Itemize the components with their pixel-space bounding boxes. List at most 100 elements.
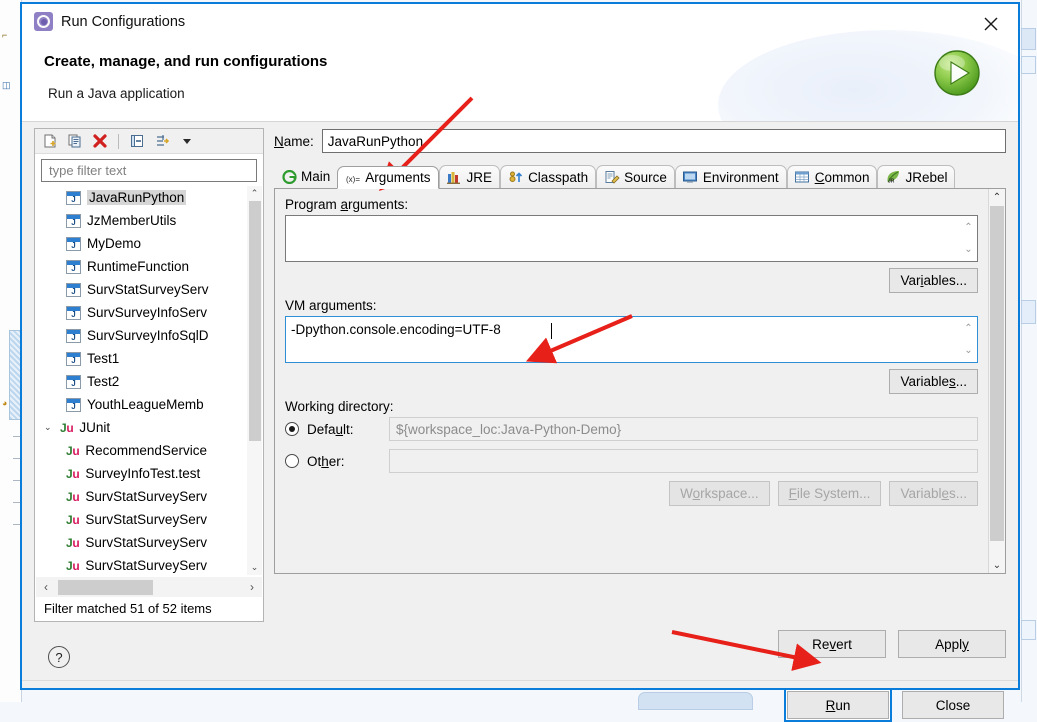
tree-item-survstatsurveyserv[interactable]: JSurvStatSurveyServ [36,278,262,301]
tree-item-javarunpython[interactable]: JJavaRunPython [36,186,262,209]
search-input[interactable] [47,162,251,179]
tab-label: Common [815,170,870,185]
program-arguments-input[interactable] [286,216,960,261]
scroll-down-icon[interactable]: ⌄ [247,560,262,575]
background-right-item [1021,620,1036,640]
tree-item-junit[interactable]: ⌄JuJUnit [36,416,262,439]
close-button[interactable]: Close [902,691,1004,719]
tree-item-mydemo[interactable]: JMyDemo [36,232,262,255]
program-arguments-variables-button[interactable]: Variables... [889,268,978,293]
tree-item-test2[interactable]: JTest2 [36,370,262,393]
content-vertical-scrollbar[interactable]: ⌃ ⌄ [988,189,1005,573]
arguments-tab-content: Program arguments: ⌃ ⌄ Variables... [274,189,1006,574]
configuration-tabs: Main(x)=ArgumentsJREClasspathSource Envir… [274,164,1006,189]
scrollbar-thumb[interactable] [990,206,1004,541]
background-right-column [1021,0,1037,702]
tab-main[interactable]: Main [274,165,337,188]
tree-item-runtimefunction[interactable]: JRuntimeFunction [36,255,262,278]
run-configurations-icon [34,12,53,31]
collapse-all-icon[interactable] [126,131,148,152]
vm-arguments-variables-button[interactable]: Variables... [889,369,978,394]
dialog-title: Run Configurations [61,14,185,30]
tree-item-survstatsurveyserv[interactable]: JuSurvStatSurveyServ [36,485,262,508]
filter-status-text: Filter matched 51 of 52 items [36,597,262,620]
tree-item-label: RecommendService [85,443,207,458]
tab-arguments[interactable]: (x)=Arguments [337,166,438,189]
filter-arrow-icon[interactable] [151,131,173,152]
help-button[interactable]: ? [48,646,70,668]
program-arguments-field[interactable]: ⌃ ⌄ [285,215,978,262]
tree-horizontal-scrollbar[interactable]: ‹ › [36,577,262,597]
vm-arguments-field[interactable]: -Dpython.console.encoding=UTF-8 ⌃ ⌄ [285,316,978,363]
configurations-tree: JJavaRunPythonJJzMemberUtilsJMyDemoJRunt… [36,186,262,575]
program-arguments-scroll[interactable]: ⌃ ⌄ [960,216,977,261]
tab-environment[interactable]: Environment [675,165,787,188]
background-tick [13,458,20,459]
chevron-down-icon[interactable] [176,131,198,152]
scroll-down-icon[interactable]: ⌄ [989,557,1005,573]
tree-item-survsurveyinfoserv[interactable]: JSurvSurveyInfoServ [36,301,262,324]
red-x-delete-icon[interactable] [89,131,111,152]
other-directory-input[interactable] [389,449,978,473]
run-button[interactable]: Run [787,691,889,719]
scroll-left-icon[interactable]: ‹ [36,580,56,594]
background-tick [13,480,20,481]
junit-icon: Ju [66,513,79,527]
tree-item-survstatsurveyserv[interactable]: JuSurvStatSurveyServ [36,554,262,575]
close-icon[interactable] [978,12,1004,36]
other-radio[interactable] [285,454,299,468]
scroll-up-icon[interactable]: ⌃ [964,222,972,233]
vm-arguments-input[interactable]: -Dpython.console.encoding=UTF-8 [286,317,960,362]
tree-item-youthleaguememb[interactable]: JYouthLeagueMemb [36,393,262,416]
tab-jrebel[interactable]: JR JRebel [877,165,955,188]
scrollbar-thumb[interactable] [58,580,153,595]
tab-jre[interactable]: JRE [439,165,501,188]
scroll-up-icon[interactable]: ⌃ [247,186,262,201]
junit-icon: Ju [66,559,79,573]
default-radio-label: Default: [307,422,381,437]
svg-text:JR: JR [888,179,895,185]
scrollbar-thumb[interactable] [249,201,261,441]
vm-arguments-scroll[interactable]: ⌃ ⌄ [960,317,977,362]
revert-button[interactable]: Revert [778,630,886,658]
tree-item-label: Test1 [87,351,119,366]
new-document-icon[interactable] [39,131,61,152]
workspace-button[interactable]: Workspace... [669,481,770,506]
junit-icon: Ju [66,467,79,481]
tree-item-surveyinfotest-test[interactable]: JuSurveyInfoTest.test [36,462,262,485]
tree-item-survsurveyinfosqld[interactable]: JSurvSurveyInfoSqlD [36,324,262,347]
scroll-down-icon[interactable]: ⌄ [964,345,972,356]
footer-separator [22,680,1018,681]
tab-label: Environment [703,170,779,185]
text-cursor [551,323,552,339]
chevron-down-icon[interactable]: ⌄ [44,422,58,433]
tree-item-label: SurvStatSurveyServ [87,282,209,297]
scroll-up-icon[interactable]: ⌃ [989,189,1005,205]
default-radio[interactable] [285,422,299,436]
tab-label: JRebel [905,170,947,185]
main-green-g-icon [281,169,297,184]
tree-vertical-scrollbar[interactable]: ⌃ ⌄ [247,186,262,575]
background-marker-3: ◕ [2,398,18,411]
tree-item-survstatsurveyserv[interactable]: JuSurvStatSurveyServ [36,508,262,531]
scroll-up-icon[interactable]: ⌃ [964,323,972,334]
apply-button[interactable]: Apply [898,630,1006,658]
background-tick [13,436,20,437]
tree-item-recommendservice[interactable]: JuRecommendService [36,439,262,462]
scroll-down-icon[interactable]: ⌄ [964,244,972,255]
file-system-button[interactable]: File System... [778,481,882,506]
background-right-item [1021,300,1036,324]
scroll-right-icon[interactable]: › [242,580,262,594]
tab-classpath[interactable]: Classpath [500,165,596,188]
tab-common[interactable]: Common [787,165,878,188]
tree-item-test1[interactable]: JTest1 [36,347,262,370]
tree-item-jzmemberutils[interactable]: JJzMemberUtils [36,209,262,232]
tab-source[interactable]: Source [596,165,675,188]
search-filter-box[interactable] [41,159,257,182]
name-input[interactable] [322,129,1006,153]
configurations-tree-panel: JJavaRunPythonJJzMemberUtilsJMyDemoJRunt… [34,128,264,622]
working-directory-variables-button[interactable]: Variables... [889,481,978,506]
jre-books-icon [447,170,463,185]
tree-item-survstatsurveyserv[interactable]: JuSurvStatSurveyServ [36,531,262,554]
duplicate-document-icon[interactable] [64,131,86,152]
